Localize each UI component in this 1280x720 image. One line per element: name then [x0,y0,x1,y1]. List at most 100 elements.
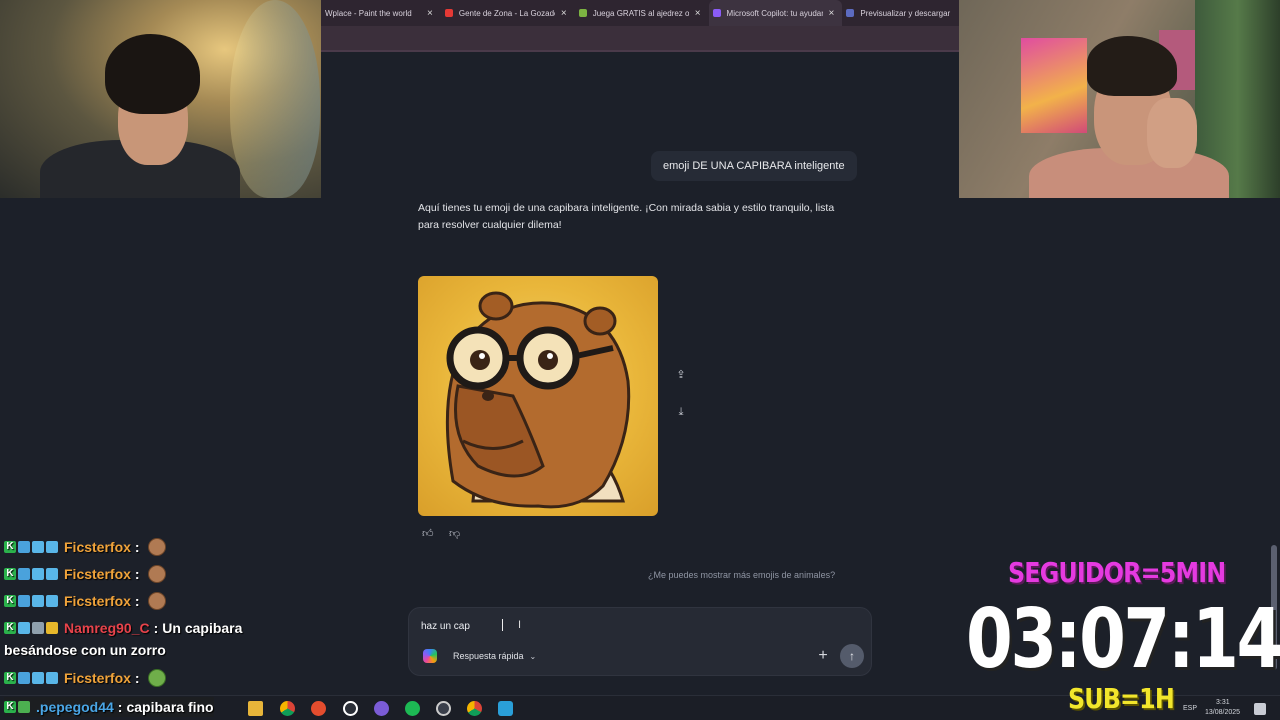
close-icon[interactable]: × [829,8,835,19]
capybara-emote-icon [147,592,166,610]
thumbs-down-icon[interactable]: 👎︎ [449,527,465,541]
chevron-down-icon: ⌄ [529,651,537,661]
cube-badge-icon [32,568,44,580]
chat-username: Namreg90_C [64,620,150,636]
kick-badge-icon: K [4,701,16,713]
spotify-icon[interactable] [405,701,420,716]
copilot-favicon-icon [712,9,721,17]
stream-chat-message: K Ficsterfox : [4,591,166,611]
chat-username: Ficsterfox [64,539,131,555]
chess-icon [578,9,587,17]
tab-wplace[interactable]: Wplace - Paint the world × [321,0,441,26]
tab-copilot[interactable]: Microsoft Copilot: tu ayudante × [708,0,843,26]
notification-icon[interactable] [1254,703,1266,715]
file-explorer-icon[interactable] [248,701,263,716]
browser-toolbar [321,26,959,52]
kick-badge-icon: K [4,622,16,634]
chat-colon: : [134,593,140,609]
blocks-badge-icon [46,672,58,684]
chat-text: capibara fino [126,699,214,715]
suggestion-chip[interactable]: ¿Me puedes mostrar más emojis de animale… [640,566,843,584]
arrow-up-icon: ↑ [849,649,855,663]
obs-icon[interactable] [343,701,358,716]
chat-username: Ficsterfox [64,670,131,686]
cube-badge-icon [32,541,44,553]
capybara-emoji-illustration [445,291,631,509]
pepe-emote-icon [147,669,166,687]
clock-time[interactable]: 3:31 [1216,699,1230,706]
follower-rule-label: SEGUIDOR=5MIN [1008,556,1226,589]
clock-date[interactable]: 13/08/2025 [1205,709,1240,716]
user-message-bubble: emoji DE UNA CAPIBARA inteligente [651,151,857,181]
spider-badge-icon [32,622,44,634]
webcam-left [0,0,321,198]
response-mode-selector[interactable]: Respuesta rápida ⌄ [423,649,536,663]
thumbs-up-icon[interactable]: 👍︎ [422,527,438,541]
chrome-icon[interactable] [467,701,482,716]
screen: Wplace - Paint the world × Gente de Zona… [0,0,1280,720]
message-input[interactable] [421,619,821,633]
cube-badge-icon [18,622,30,634]
tab-chess[interactable]: Juega GRATIS al ajedrez online × [575,0,709,26]
guest-hand [1147,98,1197,168]
app-icon[interactable] [436,701,451,716]
tab-label: Wplace - Paint the world [325,8,412,18]
close-icon[interactable]: × [427,8,433,19]
generated-capybara-image[interactable] [418,276,658,516]
language-indicator[interactable]: ESP [1183,705,1197,712]
kick-badge-icon: K [4,568,16,580]
chat-username: Ficsterfox [64,593,131,609]
wall-poster [1021,38,1087,133]
blocks-badge-icon [46,568,58,580]
cube-badge-icon [32,595,44,607]
chat-colon: : [153,620,159,636]
tab-gente-de-zona[interactable]: Gente de Zona - La Gozadera × [441,0,575,26]
close-icon[interactable]: × [695,8,701,19]
tab-previsualizar[interactable]: Previsualizar y descargar [842,0,959,26]
webcam-right [959,0,1280,198]
plus-badge-icon [18,701,30,713]
blocks-badge-icon [46,541,58,553]
text-caret [502,619,503,631]
subathon-timer: 03:07:14 [966,592,1280,687]
copilot-logo-icon [423,649,437,663]
app-icon[interactable] [311,701,326,716]
add-button[interactable]: + [813,646,833,666]
blocks-badge-icon [46,595,58,607]
crown-badge-icon [46,622,58,634]
kick-badge-icon: K [4,672,16,684]
stream-chat-message: K Ficsterfox : [4,537,166,557]
response-mode-label: Respuesta rápida [453,651,524,661]
chat-text: Un capibara [162,620,243,636]
chat-username: .pepegod44 [36,699,114,715]
stream-chat-message: K Ficsterfox : [4,668,166,688]
close-icon[interactable]: × [561,8,567,19]
chat-colon: : [117,699,123,715]
pickaxe-badge-icon [18,568,30,580]
capybara-emote-icon [147,565,166,583]
streamer-hair [105,34,200,114]
tab-label: Microsoft Copilot: tu ayudante [726,8,823,18]
stream-chat-message: K Ficsterfox : [4,564,166,584]
capybara-emote-icon [147,538,166,556]
app-icon[interactable] [498,701,513,716]
tab-label: Juega GRATIS al ajedrez online [592,8,689,18]
chat-username: Ficsterfox [64,566,131,582]
send-button[interactable]: ↑ [840,644,864,668]
rp-favicon-icon [846,9,855,17]
message-composer: Respuesta rápida ⌄ + ↑ [408,607,872,676]
plus-icon: + [818,647,828,664]
tab-label: Gente de Zona - La Gozadera [458,8,555,18]
download-icon[interactable]: ⤓ [670,401,692,423]
kick-badge-icon: K [4,595,16,607]
stream-chat-message: K Namreg90_C : Un capibara [4,618,242,638]
kick-badge-icon: K [4,541,16,553]
chrome-icon[interactable] [280,701,295,716]
lamp-glow [230,0,320,198]
stream-chat-message: K .pepegod44 : capibara fino [4,697,214,717]
pickaxe-badge-icon [18,541,30,553]
app-icon[interactable] [374,701,389,716]
pickaxe-badge-icon [18,672,30,684]
sub-rule-label: SUB=1H [1068,682,1175,715]
share-icon[interactable]: ⇪ [670,363,692,385]
